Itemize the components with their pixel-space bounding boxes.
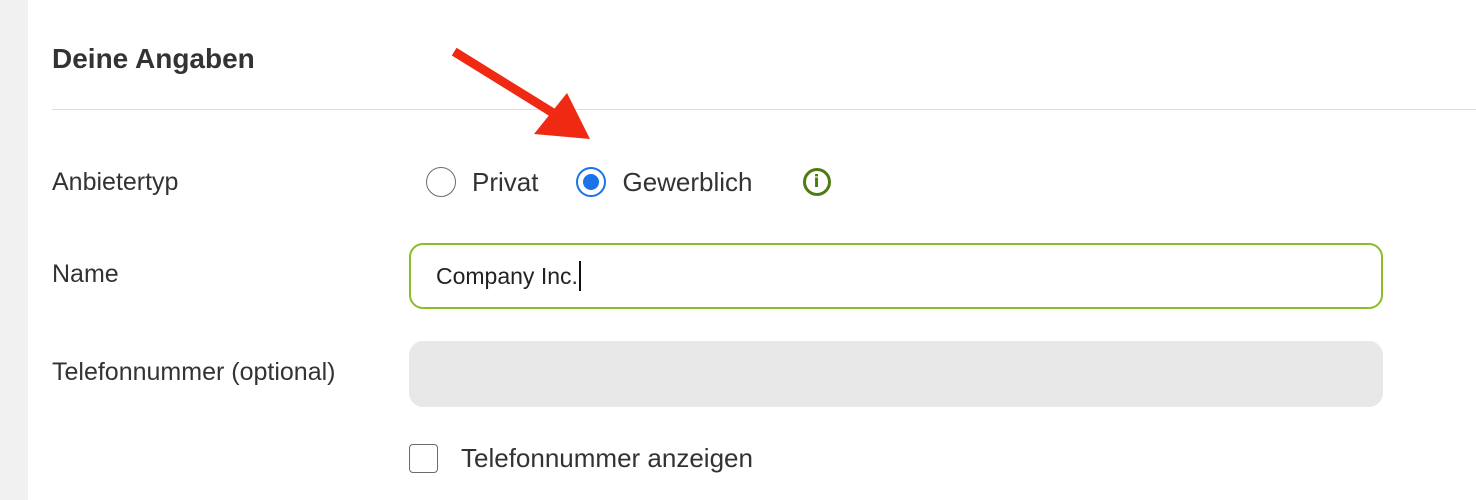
private-radio[interactable]	[426, 167, 456, 197]
provider-type-radio-group: Privat Gewerblich i	[426, 162, 831, 202]
show-phone-checkbox[interactable]	[409, 443, 438, 473]
text-caret	[578, 261, 581, 291]
provider-type-private-option[interactable]: Privat	[426, 166, 538, 198]
section-title: Deine Angaben	[52, 43, 255, 74]
left-sidebar-strip	[0, 0, 28, 500]
section-divider	[52, 109, 1476, 110]
provider-type-commercial-option[interactable]: Gewerblich	[576, 166, 753, 198]
info-icon[interactable]: i	[802, 168, 831, 196]
provider-type-label: Anbietertyp	[52, 168, 179, 196]
name-input-value[interactable]: Company Inc.	[436, 263, 578, 290]
private-radio-label[interactable]: Privat	[472, 166, 538, 198]
show-phone-label[interactable]: Telefonnummer anzeigen	[461, 442, 753, 474]
form-page: Deine Angaben Anbietertyp Privat Gewerbl…	[0, 0, 1476, 500]
phone-input[interactable]	[409, 341, 1383, 407]
commercial-radio-label[interactable]: Gewerblich	[622, 166, 752, 198]
commercial-radio[interactable]	[576, 167, 607, 197]
name-input[interactable]: Company Inc.	[409, 243, 1383, 309]
name-label: Name	[52, 260, 119, 288]
annotation-arrow-icon	[451, 47, 590, 139]
show-phone-checkbox-row[interactable]: Telefonnummer anzeigen	[409, 438, 753, 478]
phone-label: Telefonnummer (optional)	[52, 358, 336, 386]
